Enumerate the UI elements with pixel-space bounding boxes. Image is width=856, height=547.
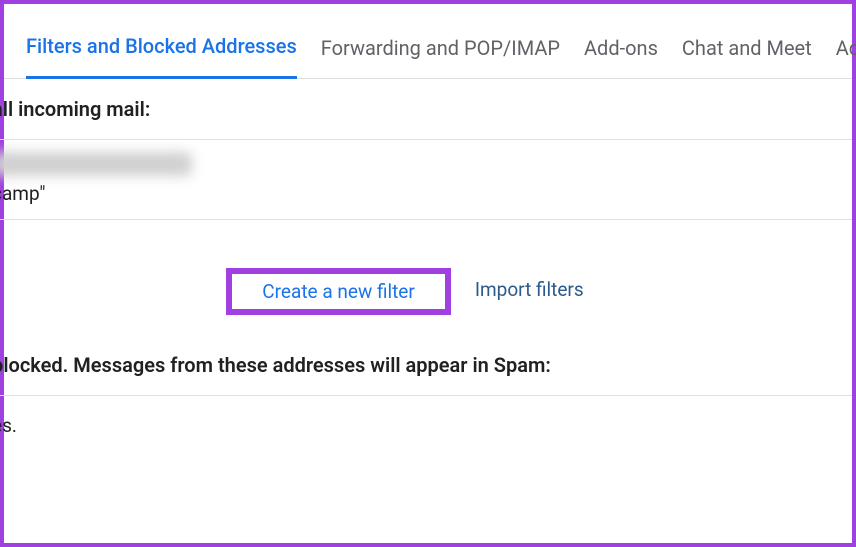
create-filter-highlight: Create a new filter — [226, 268, 451, 315]
content-area: all incoming mail: camp" Create a new fi… — [0, 79, 852, 455]
import-filters-link[interactable]: Import filters — [475, 268, 584, 315]
blocked-heading: olocked. Messages from these addresses w… — [0, 343, 852, 395]
tab-advanced[interactable]: Advanced — [836, 36, 856, 78]
blocked-item-text: es. — [0, 396, 852, 455]
filter-list: camp" — [0, 139, 852, 220]
filter-email-redacted — [0, 152, 192, 176]
filter-item: camp" — [0, 140, 852, 219]
tab-addons[interactable]: Add-ons — [584, 36, 658, 78]
incoming-mail-heading: all incoming mail: — [0, 79, 852, 139]
create-filter-link[interactable]: Create a new filter — [244, 270, 433, 313]
tab-filters-blocked[interactable]: Filters and Blocked Addresses — [26, 34, 297, 79]
settings-tabs: Filters and Blocked Addresses Forwarding… — [4, 4, 852, 79]
filter-subject-text: camp" — [0, 182, 852, 205]
blocked-list: es. — [0, 395, 852, 455]
tab-forwarding-pop-imap[interactable]: Forwarding and POP/IMAP — [321, 36, 560, 78]
filter-actions: Create a new filter Import filters — [0, 220, 852, 343]
tab-chat-meet[interactable]: Chat and Meet — [682, 36, 812, 78]
